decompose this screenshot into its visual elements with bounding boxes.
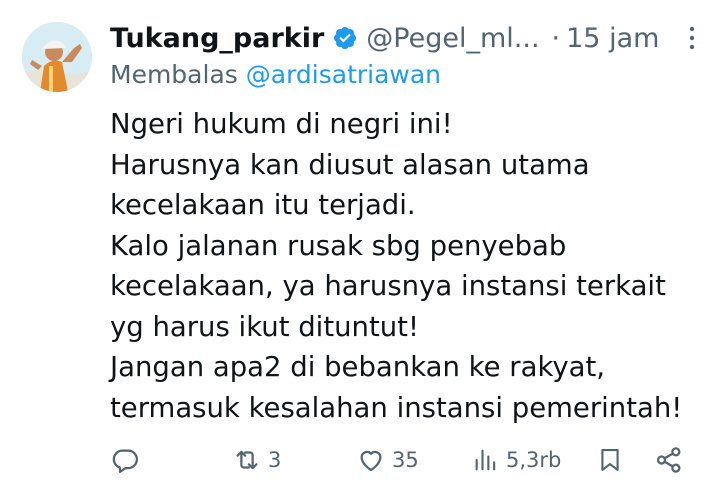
replying-to: Membalas @ardisatriawan — [110, 60, 441, 89]
user-handle[interactable]: @Pegel_ml... — [366, 23, 539, 54]
bookmark-button[interactable] — [596, 440, 624, 480]
tweet-line: kecelakaan itu terjadi. — [110, 189, 416, 221]
retweet-icon — [236, 450, 258, 470]
heart-icon — [360, 450, 382, 472]
action-bar: 3 35 5,3rb — [0, 440, 720, 480]
views-icon — [475, 449, 496, 471]
retweet-count: 3 — [268, 448, 282, 472]
views-count: 5,3rb — [506, 448, 562, 472]
avatar[interactable] — [22, 22, 92, 92]
tweet-line: Jangan apa2 di bebankan ke rakyat, — [110, 351, 606, 383]
views-button[interactable]: 5,3rb — [472, 440, 561, 480]
tweet-line: kecelakaan, ya harusnya instansi terkait — [110, 270, 666, 302]
timestamp[interactable]: 15 jam — [566, 23, 659, 54]
tweet-line: yg harus ikut dituntut! — [110, 310, 419, 343]
tweet-text: Ngeri hukum di negri ini! Harusnya kan d… — [110, 104, 710, 428]
header-separator: · — [551, 22, 561, 54]
share-button[interactable] — [654, 440, 684, 480]
bookmark-icon — [601, 449, 619, 471]
tweet-header: Tukang_parkir @Pegel_ml... · 15 jam — [110, 18, 700, 58]
like-button[interactable]: 35 — [356, 440, 419, 480]
tweet-line: Kalo jalanan rusak sbg penyebab — [110, 229, 567, 262]
display-name[interactable]: Tukang_parkir — [110, 23, 324, 54]
verified-badge-icon — [332, 25, 358, 51]
replying-to-label: Membalas — [110, 60, 238, 89]
tweet-line: Ngeri hukum di negri ini! — [110, 108, 453, 140]
tweet-line: termasuk kesalahan instansi pemerintah! — [110, 391, 683, 424]
like-count: 35 — [392, 448, 419, 472]
retweet-button[interactable]: 3 — [232, 440, 281, 480]
share-icon — [656, 447, 681, 473]
more-options-icon[interactable] — [688, 24, 696, 52]
replying-to-mention[interactable]: @ardisatriawan — [246, 60, 441, 89]
person-waving-avatar-icon — [22, 22, 92, 92]
reply-button[interactable] — [110, 440, 140, 480]
tweet-line: Harusnya kan diusut alasan utama — [110, 148, 590, 181]
reply-icon — [112, 449, 138, 473]
